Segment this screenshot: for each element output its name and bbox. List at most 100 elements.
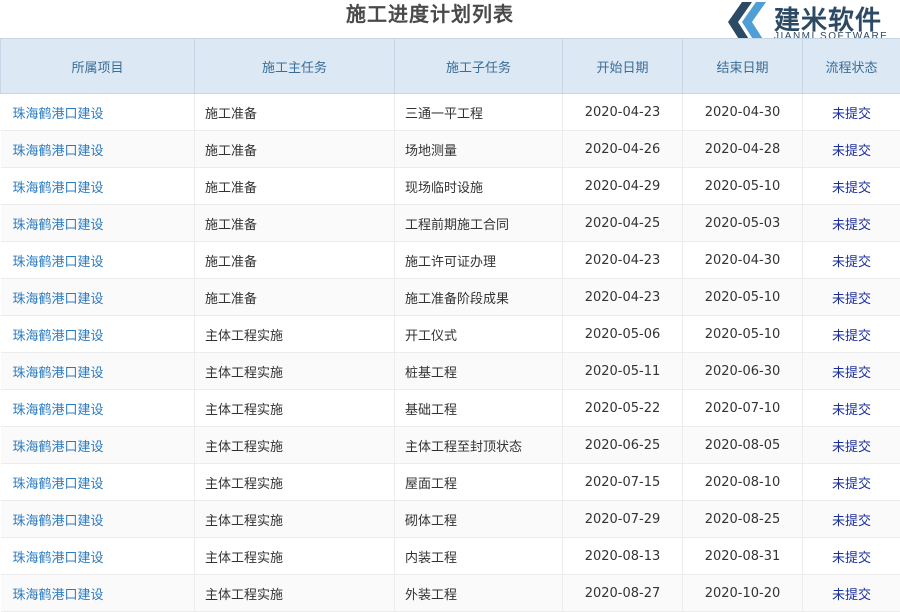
sub-task-cell: 三通一平工程 — [395, 94, 563, 131]
table-row[interactable]: 珠海鹤港口建设主体工程实施主体工程至封顶状态2020-06-252020-08-… — [1, 427, 900, 464]
table-row[interactable]: 珠海鹤港口建设主体工程实施内装工程2020-08-132020-08-31未提交 — [1, 538, 900, 575]
status-cell[interactable]: 未提交 — [803, 279, 900, 316]
status-cell[interactable]: 未提交 — [803, 168, 900, 205]
column-header-status[interactable]: 流程状态 — [803, 39, 900, 94]
status-cell[interactable]: 未提交 — [803, 242, 900, 279]
sub-task-cell: 外装工程 — [395, 575, 563, 612]
table-row[interactable]: 珠海鹤港口建设主体工程实施开工仪式2020-05-062020-05-10未提交 — [1, 316, 900, 353]
status-cell[interactable]: 未提交 — [803, 575, 900, 612]
main-task-cell: 施工准备 — [195, 279, 395, 316]
start-date-cell: 2020-04-26 — [563, 131, 683, 168]
project-link[interactable]: 珠海鹤港口建设 — [1, 316, 195, 353]
project-link[interactable]: 珠海鹤港口建设 — [1, 279, 195, 316]
sub-task-cell: 基础工程 — [395, 390, 563, 427]
sub-task-cell: 施工许可证办理 — [395, 242, 563, 279]
status-cell[interactable]: 未提交 — [803, 353, 900, 390]
end-date-cell: 2020-04-28 — [683, 131, 803, 168]
table-header-row: 所属项目 施工主任务 施工子任务 开始日期 结束日期 流程状态 — [1, 39, 900, 94]
table-row[interactable]: 珠海鹤港口建设施工准备工程前期施工合同2020-04-252020-05-03未… — [1, 205, 900, 242]
start-date-cell: 2020-05-11 — [563, 353, 683, 390]
start-date-cell: 2020-08-27 — [563, 575, 683, 612]
status-cell[interactable]: 未提交 — [803, 205, 900, 242]
sub-task-cell: 砌体工程 — [395, 501, 563, 538]
main-task-cell: 施工准备 — [195, 131, 395, 168]
project-link[interactable]: 珠海鹤港口建设 — [1, 94, 195, 131]
sub-task-cell: 主体工程至封顶状态 — [395, 427, 563, 464]
column-header-end-date[interactable]: 结束日期 — [683, 39, 803, 94]
column-header-sub-task[interactable]: 施工子任务 — [395, 39, 563, 94]
start-date-cell: 2020-04-29 — [563, 168, 683, 205]
start-date-cell: 2020-04-23 — [563, 94, 683, 131]
table-row[interactable]: 珠海鹤港口建设主体工程实施砌体工程2020-07-292020-08-25未提交 — [1, 501, 900, 538]
end-date-cell: 2020-08-31 — [683, 538, 803, 575]
sub-task-cell: 桩基工程 — [395, 353, 563, 390]
status-cell[interactable]: 未提交 — [803, 131, 900, 168]
project-link[interactable]: 珠海鹤港口建设 — [1, 575, 195, 612]
project-link[interactable]: 珠海鹤港口建设 — [1, 501, 195, 538]
status-cell[interactable]: 未提交 — [803, 538, 900, 575]
project-link[interactable]: 珠海鹤港口建设 — [1, 464, 195, 501]
table-row[interactable]: 珠海鹤港口建设施工准备施工准备阶段成果2020-04-232020-05-10未… — [1, 279, 900, 316]
end-date-cell: 2020-08-25 — [683, 501, 803, 538]
end-date-cell: 2020-05-10 — [683, 316, 803, 353]
project-link[interactable]: 珠海鹤港口建设 — [1, 427, 195, 464]
project-link[interactable]: 珠海鹤港口建设 — [1, 353, 195, 390]
table-row[interactable]: 珠海鹤港口建设施工准备场地测量2020-04-262020-04-28未提交 — [1, 131, 900, 168]
status-cell[interactable]: 未提交 — [803, 427, 900, 464]
sub-task-cell: 施工准备阶段成果 — [395, 279, 563, 316]
end-date-cell: 2020-10-20 — [683, 575, 803, 612]
table-row[interactable]: 珠海鹤港口建设施工准备施工许可证办理2020-04-232020-04-30未提… — [1, 242, 900, 279]
status-cell[interactable]: 未提交 — [803, 464, 900, 501]
main-task-cell: 主体工程实施 — [195, 353, 395, 390]
project-link[interactable]: 珠海鹤港口建设 — [1, 242, 195, 279]
sub-task-cell: 屋面工程 — [395, 464, 563, 501]
project-link[interactable]: 珠海鹤港口建设 — [1, 538, 195, 575]
start-date-cell: 2020-05-22 — [563, 390, 683, 427]
main-task-cell: 主体工程实施 — [195, 575, 395, 612]
main-task-cell: 主体工程实施 — [195, 390, 395, 427]
start-date-cell: 2020-04-23 — [563, 242, 683, 279]
main-task-cell: 施工准备 — [195, 205, 395, 242]
project-link[interactable]: 珠海鹤港口建设 — [1, 205, 195, 242]
project-link[interactable]: 珠海鹤港口建设 — [1, 390, 195, 427]
column-header-project[interactable]: 所属项目 — [1, 39, 195, 94]
table-row[interactable]: 珠海鹤港口建设主体工程实施基础工程2020-05-222020-07-10未提交 — [1, 390, 900, 427]
main-task-cell: 施工准备 — [195, 94, 395, 131]
sub-task-cell: 现场临时设施 — [395, 168, 563, 205]
sub-task-cell: 开工仪式 — [395, 316, 563, 353]
column-header-main-task[interactable]: 施工主任务 — [195, 39, 395, 94]
start-date-cell: 2020-08-13 — [563, 538, 683, 575]
table-row[interactable]: 珠海鹤港口建设主体工程实施屋面工程2020-07-152020-08-10未提交 — [1, 464, 900, 501]
project-link[interactable]: 珠海鹤港口建设 — [1, 131, 195, 168]
main-task-cell: 施工准备 — [195, 242, 395, 279]
status-cell[interactable]: 未提交 — [803, 390, 900, 427]
status-cell[interactable]: 未提交 — [803, 316, 900, 353]
project-link[interactable]: 珠海鹤港口建设 — [1, 168, 195, 205]
end-date-cell: 2020-05-10 — [683, 279, 803, 316]
sub-task-cell: 场地测量 — [395, 131, 563, 168]
sub-task-cell: 内装工程 — [395, 538, 563, 575]
start-date-cell: 2020-07-15 — [563, 464, 683, 501]
end-date-cell: 2020-07-10 — [683, 390, 803, 427]
main-task-cell: 主体工程实施 — [195, 427, 395, 464]
table-row[interactable]: 珠海鹤港口建设主体工程实施外装工程2020-08-272020-10-20未提交 — [1, 575, 900, 612]
main-task-cell: 主体工程实施 — [195, 464, 395, 501]
status-cell[interactable]: 未提交 — [803, 501, 900, 538]
table-row[interactable]: 珠海鹤港口建设施工准备三通一平工程2020-04-232020-04-30未提交 — [1, 94, 900, 131]
end-date-cell: 2020-05-03 — [683, 205, 803, 242]
start-date-cell: 2020-04-23 — [563, 279, 683, 316]
table-row[interactable]: 珠海鹤港口建设施工准备现场临时设施2020-04-292020-05-10未提交 — [1, 168, 900, 205]
start-date-cell: 2020-07-29 — [563, 501, 683, 538]
start-date-cell: 2020-05-06 — [563, 316, 683, 353]
end-date-cell: 2020-04-30 — [683, 94, 803, 131]
end-date-cell: 2020-04-30 — [683, 242, 803, 279]
start-date-cell: 2020-06-25 — [563, 427, 683, 464]
end-date-cell: 2020-08-10 — [683, 464, 803, 501]
column-header-start-date[interactable]: 开始日期 — [563, 39, 683, 94]
main-task-cell: 主体工程实施 — [195, 538, 395, 575]
status-cell[interactable]: 未提交 — [803, 94, 900, 131]
main-task-cell: 主体工程实施 — [195, 316, 395, 353]
start-date-cell: 2020-04-25 — [563, 205, 683, 242]
main-task-cell: 施工准备 — [195, 168, 395, 205]
table-row[interactable]: 珠海鹤港口建设主体工程实施桩基工程2020-05-112020-06-30未提交 — [1, 353, 900, 390]
